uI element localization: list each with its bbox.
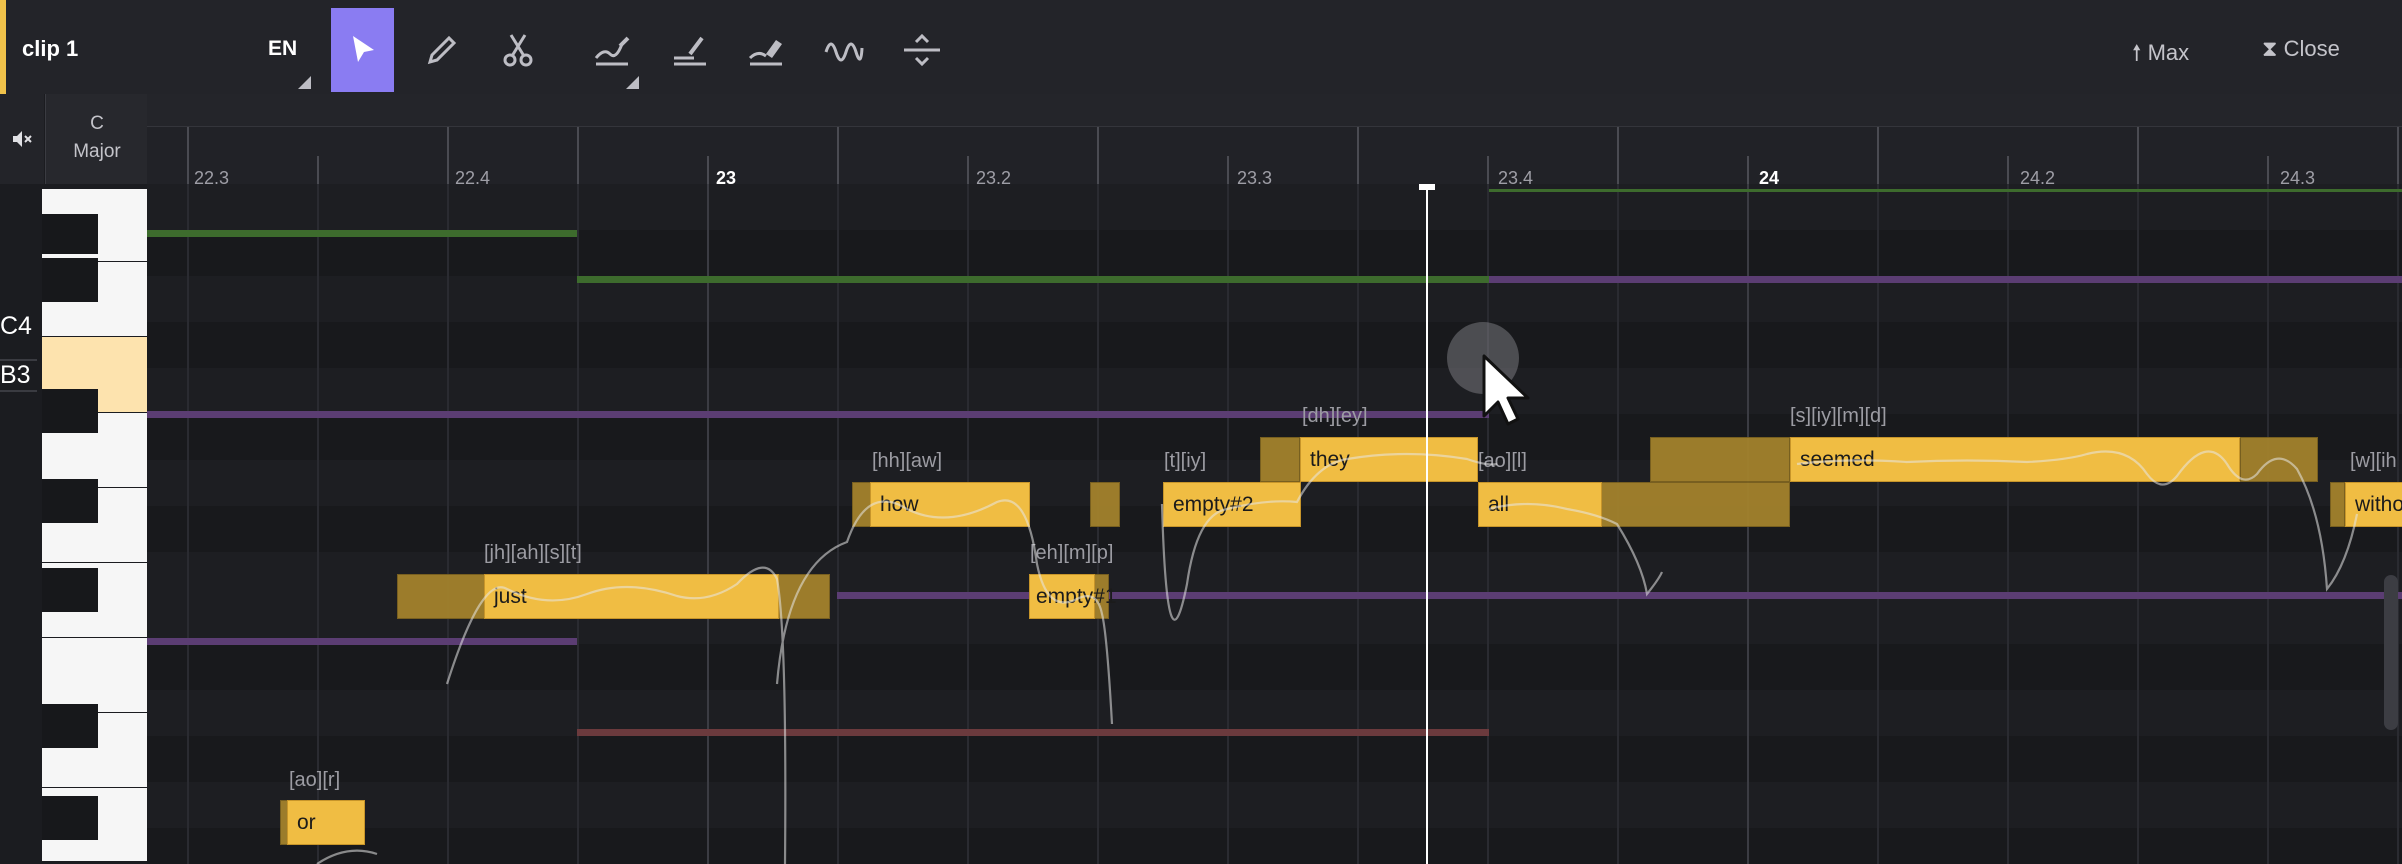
max-button[interactable]: 🠕 Max — [2132, 36, 2189, 74]
ruler-tick — [317, 156, 319, 184]
arrow-pointer-icon — [352, 36, 374, 62]
piano-key-black[interactable] — [42, 704, 98, 748]
pencil-icon — [427, 35, 456, 65]
ruler-tick — [1747, 156, 1749, 184]
speaker-muted-icon — [13, 131, 32, 147]
pitch-curve[interactable] — [147, 184, 2402, 864]
vibrato-tool-button[interactable] — [812, 8, 875, 92]
ruler-tick — [1487, 156, 1489, 184]
ruler-tick — [707, 156, 709, 184]
note-label-b3: B3 — [0, 359, 37, 392]
piano-key-black[interactable] — [42, 258, 98, 302]
ruler-tick — [967, 156, 969, 184]
vertical-scrollbar[interactable] — [2384, 575, 2398, 730]
note-label-c4: C4 — [0, 312, 32, 341]
pitch-eraser-icon — [748, 40, 782, 66]
scissors-icon — [503, 34, 532, 67]
piano-key-black[interactable] — [42, 389, 98, 433]
clip-color-marker — [0, 0, 6, 94]
ruler-top-strip — [147, 94, 2402, 127]
key-signature-selector[interactable]: C Major — [45, 94, 148, 184]
piano-key-black[interactable] — [42, 568, 98, 612]
scissors-tool-button[interactable] — [486, 8, 549, 92]
ruler-tick — [1227, 156, 1229, 184]
mute-toggle[interactable] — [0, 94, 44, 184]
language-selector[interactable]: EN — [268, 37, 297, 61]
collapse-icon: ⧗ — [2262, 36, 2278, 61]
ruler-tick — [2267, 156, 2269, 184]
max-label: Max — [2147, 40, 2190, 65]
transition-icon — [903, 33, 940, 67]
close-button[interactable]: ⧗ Close — [2262, 36, 2340, 62]
language-dropdown-caret[interactable] — [298, 76, 311, 89]
pitch-line-tool-button[interactable] — [658, 8, 721, 92]
piano-key-black[interactable] — [42, 796, 98, 840]
arrow-up-icon: 🠕 — [2132, 40, 2142, 65]
piano-roll-grid[interactable]: [ao][r] or [jh][ah][s][t] just [hh][aw] … — [147, 184, 2402, 864]
piano-key-black[interactable] — [42, 214, 98, 254]
key-mode: Major — [73, 141, 121, 162]
piano-key-black[interactable] — [42, 479, 98, 523]
pitch-line-pencil-icon — [673, 36, 706, 66]
piano-keyboard: C4 B3 — [0, 184, 147, 864]
pitch-tool-caret[interactable] — [626, 76, 639, 89]
clip-name[interactable]: clip 1 — [22, 36, 78, 62]
select-tool-button[interactable] — [331, 8, 394, 92]
pitch-eraser-tool-button[interactable] — [734, 8, 797, 92]
ruler-tick — [2007, 156, 2009, 184]
playhead-handle[interactable] — [1419, 184, 1435, 190]
mouse-cursor-icon — [1482, 354, 1530, 426]
playhead[interactable] — [1426, 184, 1428, 864]
pitch-curve-pencil-icon — [594, 36, 629, 66]
key-root: C — [90, 113, 104, 134]
wave-icon — [824, 42, 863, 62]
pencil-tool-button[interactable] — [410, 8, 473, 92]
transition-tool-button[interactable] — [890, 8, 953, 92]
close-label: Close — [2283, 36, 2340, 61]
